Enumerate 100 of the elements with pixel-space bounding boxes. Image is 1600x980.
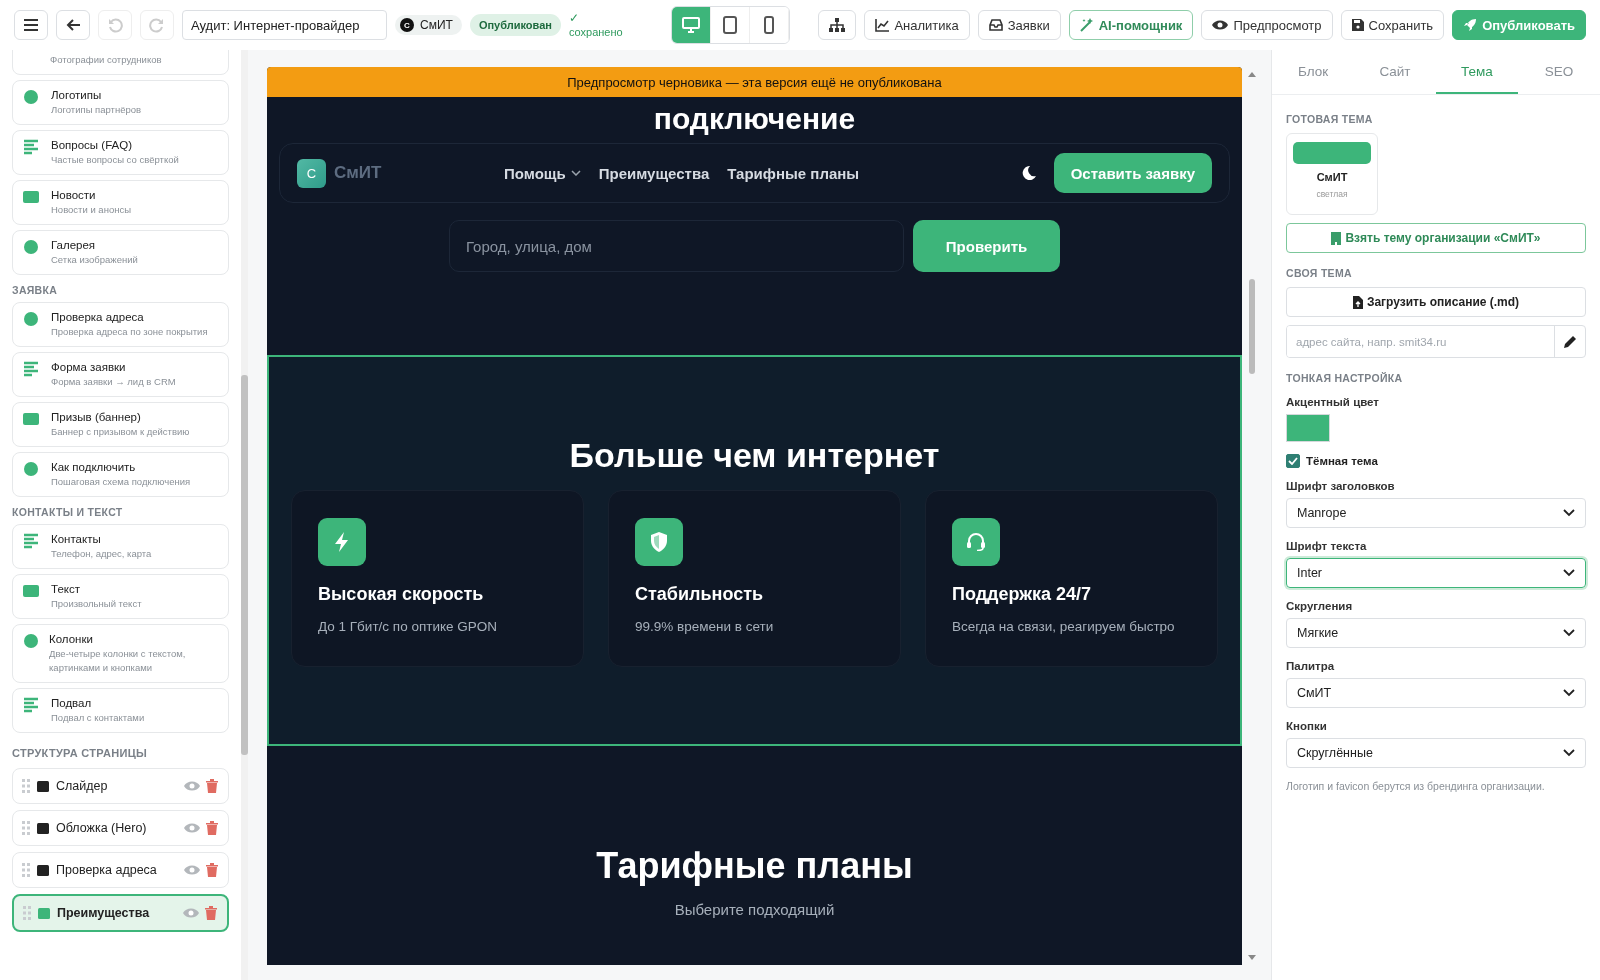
sitemap-icon — [829, 18, 846, 32]
drag-handle-icon[interactable] — [22, 821, 30, 835]
block-description: Баннер с призывом к действию — [51, 425, 190, 439]
select-field[interactable]: СмИТ — [1286, 678, 1586, 708]
chevron-down-icon — [570, 170, 581, 176]
block-card[interactable]: Как подключить Пошаговая схема подключения — [12, 452, 229, 497]
features-section[interactable]: Больше чем интернет Высокая скорость До 1 Гбит/с по оптике GPON Стабильность 99.9% времени в сети Поддержка 24/7 Всегда на связи, реагируем быстро — [267, 355, 1242, 746]
structure-item[interactable]: Слайдер — [12, 768, 229, 804]
block-card[interactable]: Новости Новости и анонсы — [12, 180, 229, 225]
block-icon — [22, 139, 40, 155]
theme-mode: светлая — [1315, 189, 1349, 199]
block-icon — [22, 583, 40, 599]
feature-title: Стабильность — [635, 584, 765, 605]
scroll-up-arrow-icon[interactable] — [1247, 71, 1256, 77]
block-title: Призыв (баннер) — [51, 410, 142, 425]
visibility-icon[interactable] — [184, 822, 200, 834]
block-title: Колонки — [49, 632, 94, 647]
drag-handle-icon[interactable] — [23, 906, 31, 920]
scrollbar[interactable] — [241, 50, 248, 980]
sitemap-button[interactable] — [818, 10, 857, 40]
block-description: Произвольный текст — [51, 597, 142, 611]
chevron-down-icon — [1563, 629, 1575, 637]
hint-text: Логотип и favicon берутся из брендинга организации. — [1286, 780, 1546, 792]
menu-icon — [23, 18, 39, 32]
lightning-icon — [318, 518, 366, 566]
inbox-icon — [988, 19, 1003, 31]
inbox-button[interactable]: Заявки — [977, 10, 1061, 40]
block-icon — [22, 311, 40, 327]
select-field[interactable]: Inter — [1286, 558, 1586, 588]
chart-button[interactable]: Аналитика — [864, 10, 970, 40]
monitor-icon — [681, 17, 700, 33]
phone-icon — [763, 16, 774, 34]
checkbox[interactable] — [1286, 454, 1300, 468]
delete-icon[interactable] — [206, 821, 218, 835]
select-field[interactable]: Скруглённые — [1286, 738, 1586, 768]
block-icon — [22, 189, 40, 205]
block-icon — [22, 239, 40, 255]
block-card[interactable]: Колонки Две-четыре колонки с текстом, картинками и кнопками — [12, 624, 229, 683]
visibility-icon[interactable] — [183, 907, 199, 919]
block-icon — [22, 533, 40, 549]
visibility-icon[interactable] — [184, 780, 200, 792]
chevron-down-icon — [1563, 509, 1575, 517]
block-card[interactable]: Галерея Сетка изображений — [12, 230, 229, 275]
title-field[interactable]: Аудит: Интернет-провайдер — [182, 10, 387, 40]
chevron-down-icon — [1563, 569, 1575, 577]
block-card[interactable]: Форма заявки Форма заявки → лид в CRM — [12, 352, 229, 397]
nav-link[interactable]: Помощь — [504, 164, 581, 182]
block-card[interactable]: Текст Произвольный текст — [12, 574, 229, 619]
eye-button[interactable]: Предпросмотр — [1201, 10, 1333, 40]
address-field[interactable]: Город, улица, дом — [449, 220, 904, 272]
block-title: Проверка адреса — [51, 310, 145, 325]
delete-icon[interactable] — [205, 906, 217, 920]
feature-title: Высокая скорость — [318, 584, 485, 605]
select-field[interactable]: Мягкие — [1286, 618, 1586, 648]
drag-handle-icon[interactable] — [22, 779, 30, 793]
structure-item[interactable]: Преимущества — [12, 894, 229, 932]
section-heading: СТРУКТУРА СТРАНИЦЫ — [12, 747, 149, 759]
menu-button[interactable] — [14, 10, 48, 40]
nav-link[interactable]: Преимущества — [598, 164, 710, 182]
structure-item[interactable]: Проверка адреса — [12, 852, 229, 888]
block-icon — [22, 411, 40, 427]
feature-title: Поддержка 24/7 — [952, 584, 1093, 605]
panel-tab[interactable]: Тема — [1436, 50, 1518, 94]
block-icon — [22, 633, 40, 649]
block-card[interactable]: Подвал Подвал с контактами — [12, 688, 229, 733]
block-card[interactable]: Контакты Телефон, адрес, карта — [12, 524, 229, 569]
block-description: Проверка адреса по зоне покрытия — [51, 325, 208, 339]
block-description: Форма заявки → лид в CRM — [51, 375, 176, 389]
section-title: Больше чем интернет — [569, 435, 940, 476]
delete-icon[interactable] — [206, 779, 218, 793]
block-title: Текст — [51, 582, 81, 597]
structure-item[interactable]: Обложка (Hero) — [12, 810, 229, 846]
save-button[interactable]: Сохранить — [1340, 10, 1445, 40]
delete-icon[interactable] — [206, 863, 218, 877]
nav-link[interactable]: Тарифные планы — [727, 164, 860, 182]
moon-icon[interactable] — [1021, 166, 1036, 180]
block-card[interactable]: Вопросы (FAQ) Частые вопросы со свёрткой — [12, 130, 229, 175]
drag-handle-icon[interactable] — [22, 863, 30, 877]
organization-chip[interactable]: С СмИТ — [395, 15, 462, 35]
hero-heading: подключение — [653, 101, 856, 137]
theme-card[interactable]: СмИТ светлая — [1286, 133, 1378, 215]
accent-color-swatch[interactable] — [1286, 414, 1330, 442]
file-upload-icon — [1352, 295, 1363, 309]
back-button[interactable] — [56, 10, 90, 40]
block-icon — [36, 863, 50, 877]
select-field[interactable]: Manrope — [1286, 498, 1586, 528]
block-card[interactable]: Проверка адреса Проверка адреса по зоне покрытия — [12, 302, 229, 347]
draft-banner: Предпросмотр черновика — эта версия ещё не опубликована — [267, 67, 1242, 97]
scroll-down-arrow-icon[interactable] — [1247, 955, 1256, 961]
visibility-icon[interactable] — [184, 864, 200, 876]
block-card[interactable]: Логотипы Логотипы партнёров — [12, 80, 229, 125]
saved-text: сохранено — [568, 25, 623, 39]
site-url-field[interactable]: адрес сайта, напр. smit34.ru — [1286, 325, 1586, 358]
ai-button[interactable]: AI-помощник — [1068, 10, 1194, 40]
block-card[interactable]: Призыв (баннер) Баннер с призывом к действию — [12, 402, 229, 447]
upload-button[interactable]: Загрузить описание (.md) — [1286, 287, 1586, 317]
field-label: Скругления — [1286, 600, 1354, 612]
field-label: Шрифт заголовков — [1286, 480, 1396, 492]
org-theme-button[interactable]: Взять тему организации «СмИТ» — [1286, 223, 1586, 253]
theme-name: СмИТ — [1315, 171, 1349, 183]
